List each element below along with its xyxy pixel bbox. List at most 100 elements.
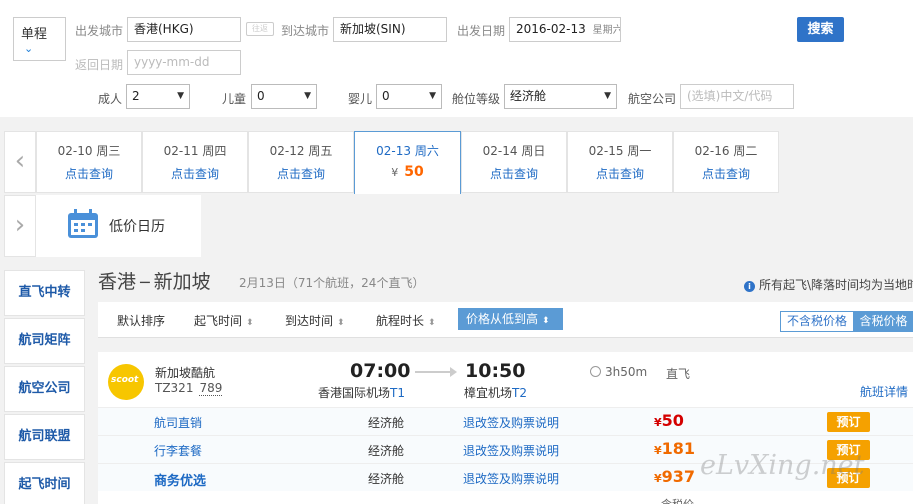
route-subtitle: 2月13日（71个航班，24个直飞） [239,276,425,290]
cabin-value: 经济舱 [510,89,547,103]
date-cell[interactable]: 02-16 周二 点击查询 [673,131,779,193]
watermark: eLvXing.net [700,450,865,481]
book-button[interactable]: 预订 [827,412,870,432]
sort-arrive-time[interactable]: 到达时间 ⬍ [285,312,345,329]
fare-rules-link[interactable]: 退改签及购票说明 [463,442,559,459]
adult-select[interactable]: 2 ▼ [126,84,190,109]
sort-duration[interactable]: 航程时长 ⬍ [376,312,436,329]
date-cell-selected[interactable]: 02-13 周六 ¥50 [354,131,461,194]
date-query-link[interactable]: 点击查询 [37,165,141,182]
low-price-calendar-button[interactable]: 低价日历 [36,195,201,257]
fare-name[interactable]: 航司直销 [154,414,202,431]
date-label: 02-10 周三 [57,144,121,158]
price-without-tax-tab[interactable]: 不含税价格 [781,312,853,331]
airline-label: 航空公司 [628,92,677,106]
depart-weekday: 星期六 [592,25,621,36]
adult-label: 成人 [98,92,123,106]
fare-rules-link[interactable]: 退改签及购票说明 [463,414,559,431]
date-query-link[interactable]: 点击查询 [143,165,247,182]
depart-time: 07:00 [350,360,411,382]
sort-arrive-label: 到达时间 [285,314,334,328]
dropdown-arrow-icon: ▼ [429,91,436,101]
date-cell[interactable]: 02-12 周五 点击查询 [248,131,354,193]
sort-depart-time[interactable]: 起飞时间 ⬍ [194,312,254,329]
fare-price-value: 181 [661,439,696,458]
swap-icon[interactable]: 往返 [246,22,274,36]
to-city-label: 到达城市 [281,24,330,38]
infant-select[interactable]: 0 ▼ [376,84,442,109]
date-query-link[interactable]: 点击查询 [674,165,778,182]
date-cell[interactable]: 02-14 周日 点击查询 [461,131,567,193]
stop-type: 直飞 [666,367,691,381]
from-city-input[interactable]: 香港(HKG) [127,17,241,42]
sort-icon: ⬍ [428,318,436,328]
fare-price-value: 50 [661,411,684,430]
sidebar-item-airline[interactable]: 航空公司 [4,366,85,412]
date-query-link[interactable]: 点击查询 [462,165,566,182]
date-cell[interactable]: 02-11 周四 点击查询 [142,131,248,193]
fare-cabin: 经济舱 [368,472,405,486]
tax-toggle: 不含税价格 含税价格 [780,311,913,332]
fare-row: 航司直销 经济舱 退改签及购票说明 ¥50 预订 [98,407,913,435]
sort-icon: ⬍ [246,318,254,328]
sidebar-item-alliance[interactable]: 航司联盟 [4,414,85,460]
currency-symbol: ¥ [654,416,662,429]
cabin-select[interactable]: 经济舱 ▼ [504,84,617,109]
date-label: 02-13 周六 [376,144,439,158]
arrive-time: 10:50 [465,360,526,382]
sidebar-item-direct-transfer[interactable]: 直飞中转 [4,270,85,316]
dropdown-arrow-icon: ▼ [177,91,184,101]
sort-bar: 默认排序 起飞时间 ⬍ 到达时间 ⬍ 航程时长 ⬍ 价格从低到高 ⬍ 不含税价格 含税价… [98,302,913,338]
date-lowest-price: ¥50 [355,164,460,180]
airline-logo-text: scoot [111,375,139,385]
fare-price-value: 937 [661,467,696,486]
price-with-tax-tab[interactable]: 含税价格 [853,312,913,331]
child-select[interactable]: 0 ▼ [251,84,317,109]
clock-icon [590,366,601,377]
infant-value: 0 [382,89,390,103]
arrive-airport-name: 樟宜机场 [464,386,513,400]
date-label: 02-16 周二 [694,144,758,158]
time-notice-text: 所有起飞\降落时间均为当地时间 [759,278,913,292]
currency-symbol: ¥ [654,444,662,457]
fare-name[interactable]: 行李套餐 [154,442,202,459]
airline-input[interactable]: (选填)中文/代码 [680,84,794,109]
sort-default[interactable]: 默认排序 [117,312,165,329]
info-icon: i [744,281,755,292]
sidebar-item-depart-time[interactable]: 起飞时间 [4,462,85,504]
return-date-input[interactable]: yyyy-mm-dd [127,50,241,75]
tax-note: 含税价 [661,496,694,504]
depart-terminal: T1 [390,386,405,400]
route-to-city: 新加坡 [153,271,211,293]
dropdown-arrow-icon: ▼ [304,91,311,101]
sort-price-asc[interactable]: 价格从低到高 ⬍ [458,308,563,330]
date-cell[interactable]: 02-10 周三 点击查询 [36,131,142,193]
search-button[interactable]: 搜索 [797,17,844,42]
dropdown-arrow-icon: ▼ [604,91,611,101]
fare-price: ¥50 [654,411,684,430]
date-query-link[interactable]: 点击查询 [568,165,672,182]
fare-rules-link[interactable]: 退改签及购票说明 [463,470,559,487]
sort-icon: ⬍ [542,316,550,326]
arrive-terminal: T2 [512,386,527,400]
fare-price: ¥181 [654,439,695,458]
sidebar-item-airline-matrix[interactable]: 航司矩阵 [4,318,85,364]
date-query-link[interactable]: 点击查询 [249,165,353,182]
date-label: 02-11 周四 [163,144,227,158]
sort-price-label: 价格从低到高 [466,312,539,326]
depart-date-label: 出发日期 [457,24,506,38]
time-notice: i 所有起飞\降落时间均为当地时间 [744,276,913,293]
chevron-right-icon[interactable]: › [4,195,36,257]
chevron-left-icon[interactable]: ‹ [4,131,36,193]
fare-price: ¥937 [654,467,695,486]
trip-type-select[interactable]: 单程 ⌄ [13,17,66,61]
date-cell[interactable]: 02-15 周一 点击查询 [567,131,673,193]
depart-date-input[interactable]: 2016-02-13 星期六 [509,17,621,42]
calendar-label: 低价日历 [109,219,165,235]
aircraft-type[interactable]: 789 [199,381,223,396]
cabin-label: 舱位等级 [452,92,501,106]
fare-name[interactable]: 商务优选 [154,470,206,489]
flight-details-link[interactable]: 航班详情 [860,383,908,400]
to-city-input[interactable]: 新加坡(SIN) [333,17,447,42]
child-value: 0 [257,89,265,103]
